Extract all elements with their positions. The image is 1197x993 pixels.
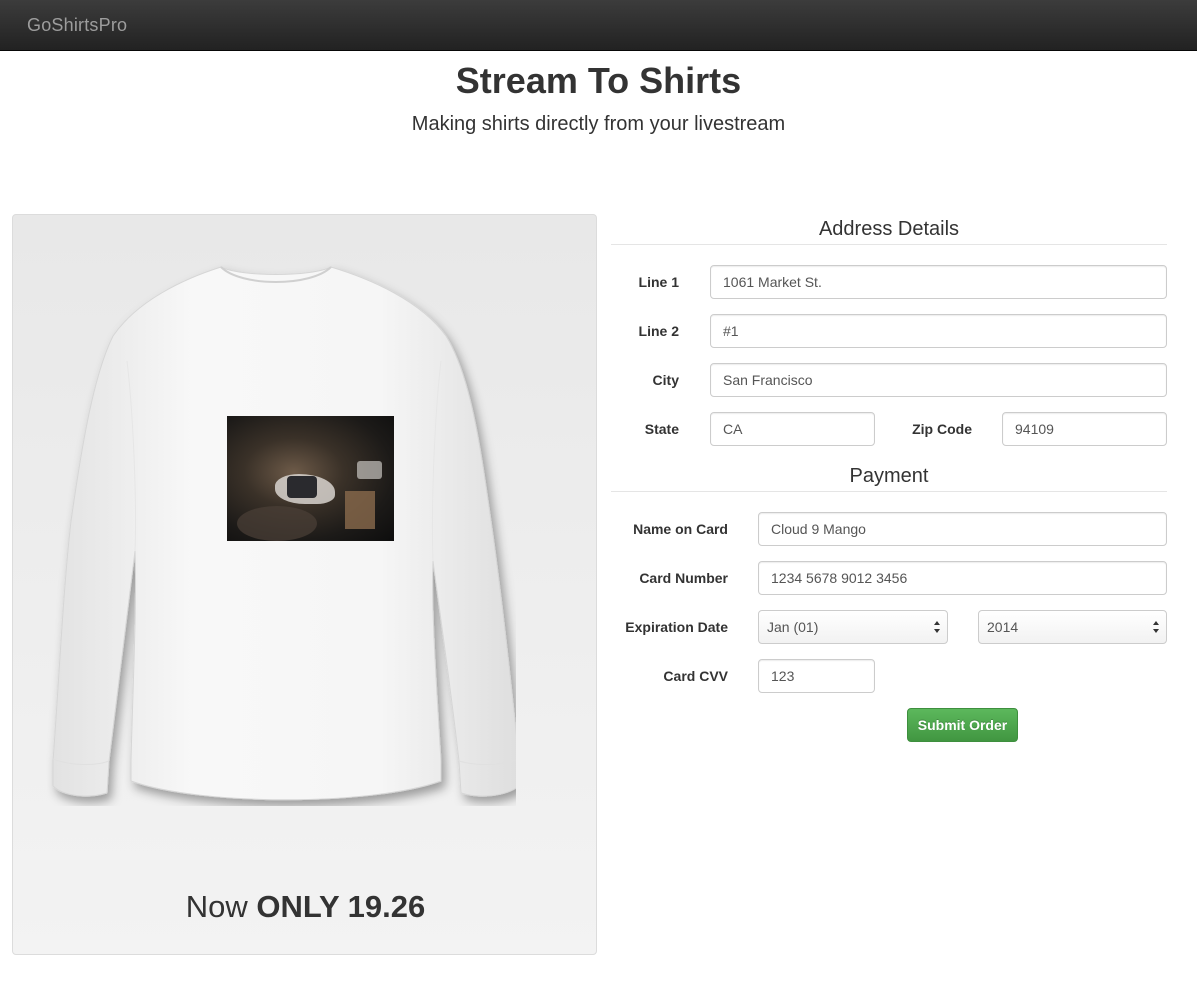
price-prefix: Now [185, 889, 248, 924]
card-number-label: Card Number [639, 570, 728, 586]
submit-order-button[interactable]: Submit Order [907, 708, 1018, 742]
brand-link[interactable]: GoShirtsPro [27, 15, 127, 36]
payment-heading: Payment [849, 465, 929, 487]
livestream-frame [227, 416, 394, 541]
city-input[interactable] [710, 363, 1167, 397]
state-input[interactable] [710, 412, 875, 446]
cvv-input[interactable] [758, 659, 875, 693]
city-label: City [652, 372, 679, 388]
zip-label: Zip Code [912, 421, 972, 437]
price-text: Now ONLY 19.26 [13, 889, 598, 925]
expiration-label: Expiration Date [625, 619, 728, 635]
shirt-preview [41, 261, 516, 806]
page-title: Stream To Shirts [455, 60, 742, 101]
line1-label: Line 1 [638, 274, 679, 290]
line2-label: Line 2 [638, 323, 679, 339]
state-label: State [644, 421, 679, 437]
expiration-month-value: Jan (01) [767, 619, 819, 635]
price-value: ONLY 19.26 [256, 889, 426, 924]
card-name-label: Name on Card [633, 521, 728, 537]
expiration-year-select[interactable]: 2014 [978, 610, 1167, 644]
expiration-year-value: 2014 [987, 619, 1019, 635]
expiration-month-select[interactable]: Jan (01) [758, 610, 948, 644]
line1-input[interactable] [710, 265, 1167, 299]
payment-divider [611, 491, 1167, 492]
select-arrows-icon [1153, 621, 1159, 633]
address-divider [611, 244, 1167, 245]
address-heading: Address Details [818, 218, 960, 240]
cvv-label: Card CVV [663, 668, 728, 684]
zip-input[interactable] [1002, 412, 1167, 446]
product-panel: Now ONLY 19.26 [12, 214, 597, 955]
select-arrows-icon [934, 621, 940, 633]
page-subtitle: Making shirts directly from your livestr… [411, 113, 786, 135]
card-name-input[interactable] [758, 512, 1167, 546]
card-number-input[interactable] [758, 561, 1167, 595]
navbar: GoShirtsPro [0, 0, 1197, 51]
line2-input[interactable] [710, 314, 1167, 348]
